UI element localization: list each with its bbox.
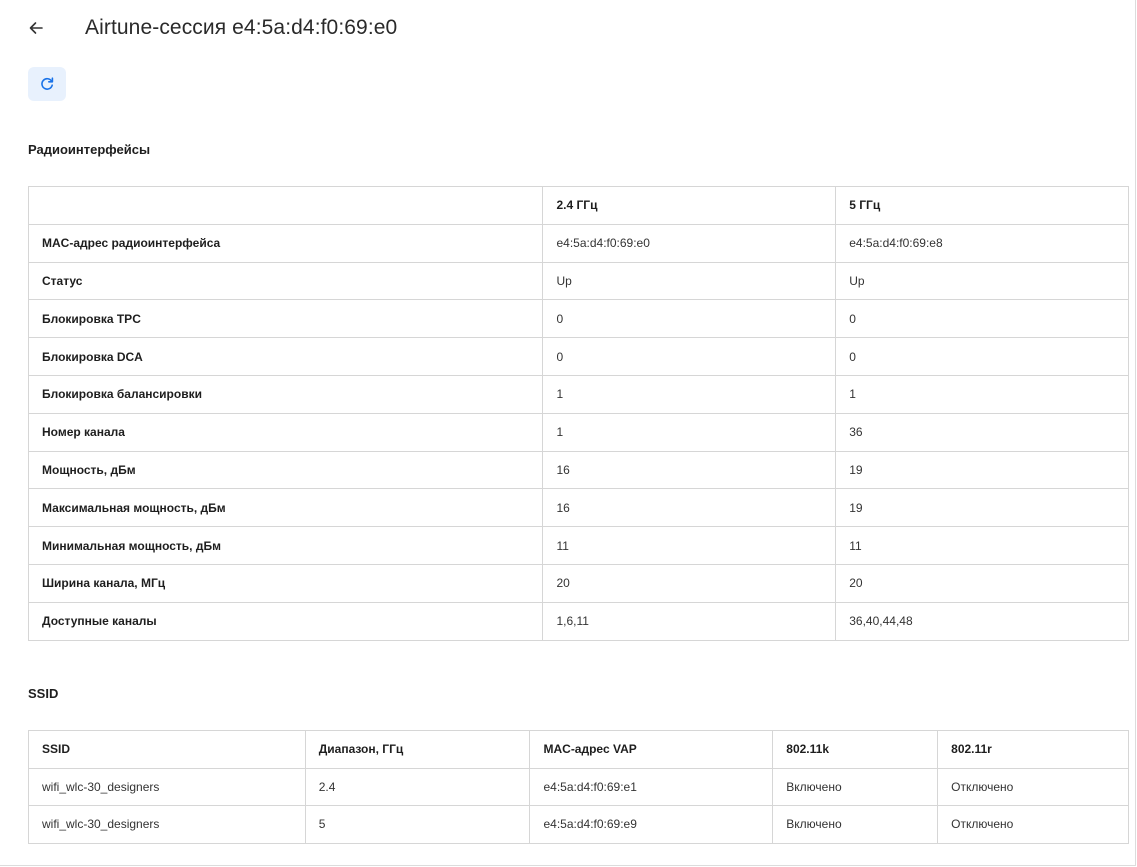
value-2-4ghz: 0 — [542, 337, 837, 376]
table-row: Минимальная мощность, дБм 11 11 — [27, 526, 1129, 565]
ssid-table: SSID Диапазон, ГГц MAC-адрес VAP 802.11k… — [28, 730, 1129, 844]
value-5ghz: 1 — [835, 374, 1129, 414]
column-header-vap-mac: MAC-адрес VAP — [529, 730, 774, 769]
ssid-name: wifi_wlc-30_designers — [28, 805, 306, 844]
row-label: Статус — [27, 261, 544, 301]
row-label: Ширина канала, МГц — [27, 563, 544, 603]
row-label: Максимальная мощность, дБм — [27, 488, 544, 528]
column-header — [27, 186, 544, 225]
value-2-4ghz: e4:5a:d4:f0:69:e0 — [542, 223, 837, 263]
vap-mac-address: e4:5a:d4:f0:69:e9 — [529, 805, 774, 844]
arrow-left-icon — [29, 22, 43, 34]
radio-section-title: Радиоинтерфейсы — [28, 142, 151, 157]
table-header-row: 2.4 ГГц 5 ГГц — [27, 186, 1129, 225]
status-80211r: Отключено — [937, 805, 1129, 844]
table-row: Максимальная мощность, дБм 16 19 — [27, 488, 1129, 528]
value-2-4ghz: 0 — [542, 299, 837, 339]
column-header-2-4ghz: 2.4 ГГц — [542, 186, 837, 225]
refresh-button[interactable] — [28, 67, 66, 101]
status-80211k: Включено — [772, 767, 939, 806]
value-5ghz: 0 — [835, 337, 1129, 376]
value-2-4ghz: 16 — [542, 450, 837, 490]
row-label: Блокировка TPC — [27, 299, 544, 339]
vap-mac-address: e4:5a:d4:f0:69:e1 — [529, 767, 774, 806]
back-button[interactable] — [28, 12, 60, 44]
value-2-4ghz: 1,6,11 — [542, 601, 837, 641]
value-5ghz: e4:5a:d4:f0:69:e8 — [835, 223, 1129, 263]
row-label: Блокировка балансировки — [27, 374, 544, 414]
table-row: wifi_wlc-30_designers 2.4 e4:5a:d4:f0:69:e… — [28, 767, 1129, 806]
ssid-name: wifi_wlc-30_designers — [28, 767, 306, 806]
value-5ghz: 36,40,44,48 — [835, 601, 1129, 641]
ssid-band: 2.4 — [304, 767, 531, 806]
page-header: Airtune-сессия e4:5a:d4:f0:69:e0 — [28, 10, 397, 46]
table-row: Мощность, дБм 16 19 — [27, 450, 1129, 490]
table-row: Ширина канала, МГц 20 20 — [27, 563, 1129, 603]
value-5ghz: 36 — [835, 412, 1129, 452]
row-label: Мощность, дБм — [27, 450, 544, 490]
value-2-4ghz: 11 — [542, 526, 837, 565]
row-label: Минимальная мощность, дБм — [27, 526, 544, 565]
value-2-4ghz: 20 — [542, 563, 837, 603]
table-row: Блокировка DCA 0 0 — [27, 337, 1129, 376]
refresh-icon — [41, 77, 54, 90]
table-row: Статус Up Up — [27, 261, 1129, 301]
table-row: Доступные каналы 1,6,11 36,40,44,48 — [27, 601, 1129, 641]
table-row: wifi_wlc-30_designers 5 e4:5a:d4:f0:69:e9 В… — [28, 805, 1129, 844]
row-label: MAC-адрес радиоинтерфейса — [27, 223, 544, 263]
value-2-4ghz: Up — [542, 261, 837, 301]
page-title: Airtune-сессия e4:5a:d4:f0:69:e0 — [85, 16, 398, 39]
row-label: Номер канала — [27, 412, 544, 452]
status-80211k: Включено — [772, 805, 939, 844]
ssid-band: 5 — [304, 805, 531, 844]
value-5ghz: 19 — [835, 450, 1129, 490]
column-header-ssid: SSID — [28, 730, 306, 769]
value-5ghz: 20 — [835, 563, 1129, 603]
radio-interfaces-table: 2.4 ГГц 5 ГГц MAC-адрес радиоинтерфейса e… — [27, 186, 1129, 641]
value-2-4ghz: 16 — [542, 488, 837, 528]
value-5ghz: 11 — [835, 526, 1129, 565]
status-80211r: Отключено — [937, 767, 1129, 806]
table-row: Блокировка балансировки 1 1 — [27, 374, 1129, 414]
table-header-row: SSID Диапазон, ГГц MAC-адрес VAP 802.11k… — [28, 730, 1129, 769]
row-label: Блокировка DCA — [27, 337, 544, 376]
column-header-80211r: 802.11r — [937, 730, 1129, 769]
row-label: Доступные каналы — [27, 601, 544, 641]
value-5ghz: Up — [835, 261, 1129, 301]
ssid-section-title: SSID — [28, 686, 59, 701]
value-2-4ghz: 1 — [542, 374, 837, 414]
table-row: Номер канала 1 36 — [27, 412, 1129, 452]
table-row: Блокировка TPC 0 0 — [27, 299, 1129, 339]
value-2-4ghz: 1 — [542, 412, 837, 452]
value-5ghz: 0 — [835, 299, 1129, 339]
column-header-5ghz: 5 ГГц — [835, 186, 1129, 225]
column-header-80211k: 802.11k — [772, 730, 939, 769]
column-header-band: Диапазон, ГГц — [304, 730, 531, 769]
value-5ghz: 19 — [835, 488, 1129, 528]
table-row: MAC-адрес радиоинтерфейса e4:5a:d4:f0:69:… — [27, 223, 1129, 263]
